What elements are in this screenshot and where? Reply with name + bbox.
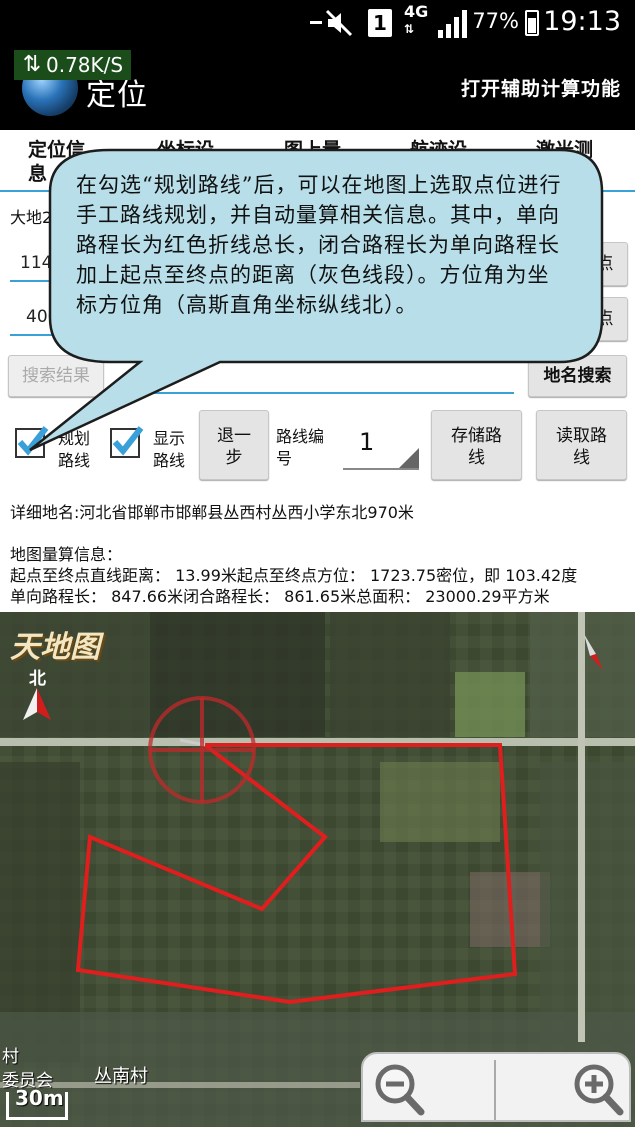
callout-text: 在勾选“规划路线”后，可以在地图上选取点位进行手工路线规划，并自动量算相关信息。…	[76, 173, 562, 317]
